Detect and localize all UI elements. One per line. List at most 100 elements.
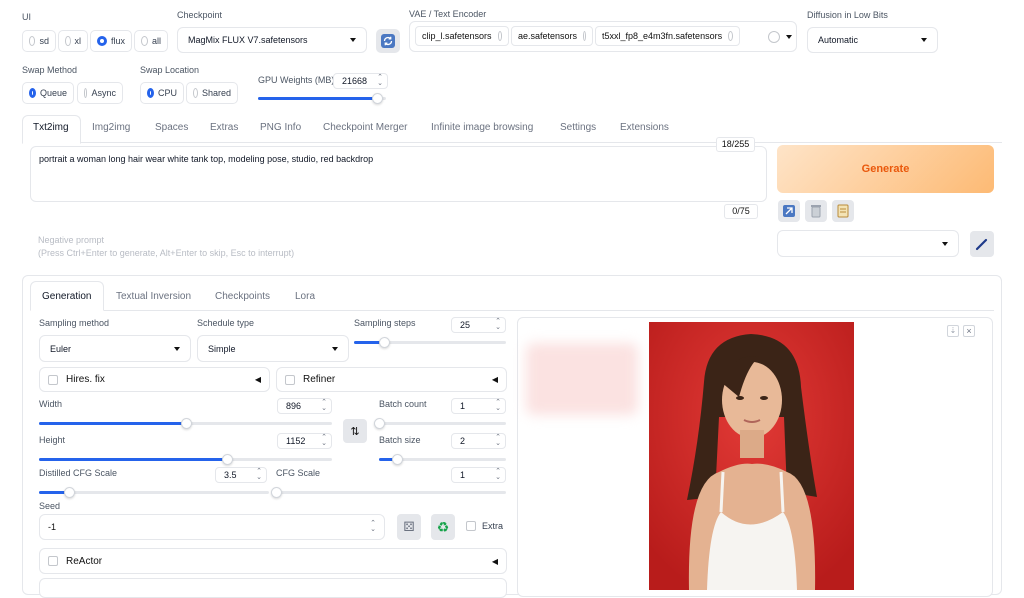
extra-label: Extra	[482, 521, 504, 531]
batch-count-slider[interactable]	[374, 418, 506, 429]
distilled-cfg-slider[interactable]	[39, 487, 269, 498]
sampling-steps-slider[interactable]	[354, 337, 506, 348]
slider-thumb[interactable]	[63, 487, 75, 498]
edit-styles-button[interactable]	[970, 231, 994, 257]
slider-thumb[interactable]	[271, 487, 282, 498]
clear-prompt-button[interactable]	[805, 200, 827, 222]
subtab-checkpoints[interactable]: Checkpoints	[215, 291, 270, 302]
height-slider[interactable]	[39, 454, 332, 465]
hires-fix-checkbox[interactable]	[48, 374, 58, 385]
tab-extras[interactable]: Extras	[210, 122, 238, 133]
slider-thumb[interactable]	[221, 454, 233, 465]
slider-thumb[interactable]	[372, 93, 384, 104]
stepper-icon[interactable]: ⌃ ⌄	[377, 74, 383, 87]
random-seed-button[interactable]: ⚄	[397, 514, 421, 540]
slider-thumb[interactable]	[180, 418, 192, 429]
reactor-accordion[interactable]: ReActor ◀	[39, 548, 507, 574]
styles-button[interactable]	[832, 200, 854, 222]
negative-prompt-textarea[interactable]: Negative prompt (Press Ctrl+Enter to gen…	[30, 212, 767, 268]
vae-chip[interactable]: t5xxl_fp8_e4m3fn.safetensors	[595, 26, 740, 46]
width-slider[interactable]	[39, 418, 332, 429]
swap-method-option-queue[interactable]: Queue	[22, 82, 74, 104]
swap-location-option-cpu[interactable]: CPU	[140, 82, 184, 104]
tab-extensions[interactable]: Extensions	[620, 122, 669, 133]
stepper-icon[interactable]: ⌃ ⌄	[370, 520, 376, 533]
stepper-icon[interactable]: ⌃ ⌄	[321, 434, 327, 447]
seed-input[interactable]: -1 ⌃ ⌄	[39, 514, 385, 540]
vae-multiselect[interactable]: clip_l.safetensors ae.safetensors t5xxl_…	[409, 21, 797, 52]
ui-option-xl[interactable]: xl	[58, 30, 88, 52]
refresh-checkpoint-button[interactable]	[376, 29, 400, 53]
distilled-cfg-input[interactable]: 3.5 ⌃ ⌄	[215, 467, 267, 483]
gpu-weights-input[interactable]: 21668 ⌃ ⌄	[333, 73, 388, 89]
stepper-icon[interactable]: ⌃ ⌄	[256, 468, 262, 481]
reuse-seed-button[interactable]: ♻	[431, 514, 455, 540]
tab-settings[interactable]: Settings	[560, 122, 596, 133]
subtab-generation[interactable]: Generation	[42, 291, 91, 302]
subtab-lora[interactable]: Lora	[295, 291, 315, 302]
generated-image[interactable]	[649, 322, 854, 590]
radio-label: flux	[110, 36, 125, 46]
checkpoint-select[interactable]: MagMix FLUX V7.safetensors	[177, 27, 367, 53]
sampling-method-select[interactable]: Euler	[39, 335, 191, 362]
slider-thumb[interactable]	[391, 454, 403, 465]
schedule-type-label: Schedule type	[197, 318, 255, 328]
slider-thumb[interactable]	[374, 418, 385, 429]
swap-location-option-shared[interactable]: Shared	[186, 82, 238, 104]
swap-method-option-async[interactable]: Async	[77, 82, 123, 104]
width-input[interactable]: 896 ⌃ ⌄	[277, 398, 332, 414]
subtab-textual-inversion[interactable]: Textual Inversion	[116, 291, 191, 302]
ui-option-sd[interactable]: sd	[22, 30, 56, 52]
batch-size-input[interactable]: 2 ⌃ ⌄	[451, 433, 506, 449]
read-params-button[interactable]	[778, 200, 800, 222]
refiner-accordion[interactable]: Refiner ◀	[276, 367, 507, 392]
swap-dimensions-button[interactable]: ⇅	[343, 419, 367, 443]
styles-select[interactable]	[777, 230, 959, 257]
download-icon[interactable]: ⇣	[947, 325, 959, 337]
extra-checkbox-group[interactable]: Extra	[466, 521, 503, 531]
hires-fix-accordion[interactable]: Hires. fix ◀	[39, 367, 270, 392]
batch-count-input[interactable]: 1 ⌃ ⌄	[451, 398, 506, 414]
sampling-steps-input[interactable]: 25 ⌃ ⌄	[451, 317, 506, 333]
extra-checkbox[interactable]	[466, 521, 476, 531]
ui-option-all[interactable]: all	[134, 30, 168, 52]
refiner-checkbox[interactable]	[285, 374, 295, 385]
recycle-icon: ♻	[436, 518, 450, 535]
distilled-cfg-label: Distilled CFG Scale	[39, 468, 118, 478]
vae-chip[interactable]: clip_l.safetensors	[415, 26, 509, 46]
schedule-type-select[interactable]: Simple	[197, 335, 349, 362]
reactor-checkbox[interactable]	[48, 556, 58, 566]
clear-all-icon[interactable]	[768, 31, 780, 43]
tab-img2img[interactable]: Img2img	[92, 122, 130, 133]
diffusion-select[interactable]: Automatic	[807, 27, 938, 53]
thumbnail-preview[interactable]	[526, 343, 638, 415]
arrow-icon	[783, 205, 795, 217]
tab-png-info[interactable]: PNG Info	[260, 122, 301, 133]
stepper-icon[interactable]: ⌃ ⌄	[495, 468, 501, 481]
tab-txt2img[interactable]: Txt2img	[33, 122, 69, 133]
height-input[interactable]: 1152 ⌃ ⌄	[277, 433, 332, 449]
slider-thumb[interactable]	[379, 337, 391, 348]
remove-chip-icon[interactable]	[728, 31, 733, 41]
gpu-weights-slider[interactable]	[258, 93, 386, 104]
stepper-icon[interactable]: ⌃ ⌄	[495, 434, 501, 447]
ui-option-flux[interactable]: flux	[90, 30, 132, 52]
next-accordion[interactable]	[39, 578, 507, 598]
remove-chip-icon[interactable]	[583, 31, 586, 41]
stepper-icon[interactable]: ⌃ ⌄	[321, 399, 327, 412]
vae-chip[interactable]: ae.safetensors	[511, 26, 593, 46]
stepper-icon[interactable]: ⌃ ⌄	[495, 399, 501, 412]
generate-button[interactable]: Generate	[777, 145, 994, 193]
chevron-down-icon[interactable]	[786, 35, 792, 39]
cfg-input[interactable]: 1 ⌃ ⌄	[451, 467, 506, 483]
batch-size-slider[interactable]	[379, 454, 506, 465]
tab-checkpoint-merger[interactable]: Checkpoint Merger	[323, 122, 407, 133]
cfg-slider[interactable]	[271, 487, 506, 498]
close-icon[interactable]: ×	[963, 325, 975, 337]
tab-infinite-image-browsing[interactable]: Infinite image browsing	[431, 122, 533, 133]
remove-chip-icon[interactable]	[497, 31, 502, 41]
radio-icon	[29, 36, 36, 46]
tab-spaces[interactable]: Spaces	[155, 122, 188, 133]
stepper-icon[interactable]: ⌃ ⌄	[495, 318, 501, 331]
prompt-textarea[interactable]: portrait a woman long hair wear white ta…	[30, 146, 767, 202]
